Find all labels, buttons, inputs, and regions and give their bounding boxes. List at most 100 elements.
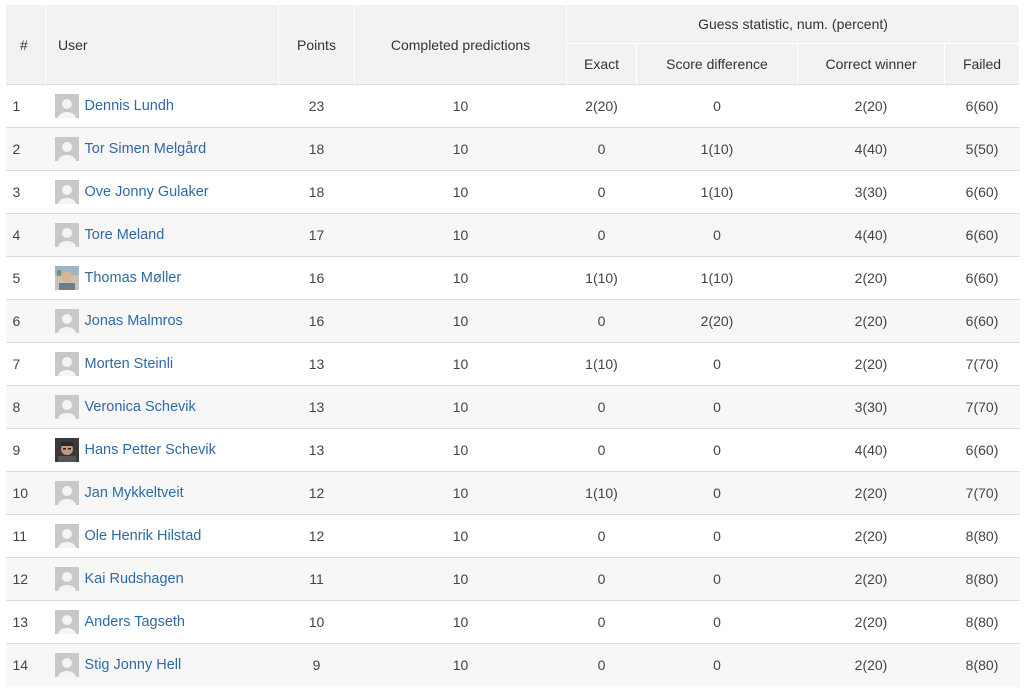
user-name-link[interactable]: Ole Henrik Hilstad [85, 528, 202, 544]
user-cell: Stig Jonny Hell [45, 643, 279, 687]
user-avatar-icon[interactable] [54, 481, 79, 505]
correct-winner-cell: 2(20) [797, 643, 945, 687]
user-name-link[interactable]: Dennis Lundh [85, 98, 175, 114]
score-difference-cell: 0 [636, 600, 798, 644]
exact-cell: 2(20) [566, 84, 637, 128]
table-header: # User Points Completed predictions Gues… [5, 5, 1021, 85]
correct-winner-cell: 4(40) [797, 428, 945, 472]
points-cell: 17 [278, 213, 355, 257]
user-cell: Hans Petter Schevik [45, 428, 279, 472]
exact-cell: 1(10) [566, 342, 637, 386]
user-name-link[interactable]: Ove Jonny Gulaker [85, 184, 209, 200]
rank-cell: 10 [5, 471, 46, 515]
failed-cell: 8(80) [944, 600, 1020, 644]
correct-winner-cell: 2(20) [797, 256, 945, 300]
exact-cell: 0 [566, 213, 637, 257]
user-name-link[interactable]: Tore Meland [85, 227, 165, 243]
table-row: 11 Ole Henrik Hilstad 12 10 0 0 2(20) 8(80) [5, 514, 1020, 558]
correct-winner-cell: 3(30) [797, 170, 945, 214]
user-name-link[interactable]: Thomas Møller [85, 270, 182, 286]
rank-cell: 12 [5, 557, 46, 601]
score-difference-cell: 0 [636, 428, 798, 472]
user-cell: Morten Steinli [45, 342, 279, 386]
failed-cell: 8(80) [944, 514, 1020, 558]
points-cell: 13 [278, 342, 355, 386]
correct-winner-header: Correct winner [797, 43, 945, 85]
failed-cell: 7(70) [944, 385, 1020, 429]
table-row: 5 Thomas Møller 16 10 1(10) 1(10) 2(20) 6(60) [5, 256, 1020, 300]
exact-cell: 1(10) [566, 471, 637, 515]
exact-cell: 0 [566, 170, 637, 214]
score-difference-cell: 0 [636, 213, 798, 257]
score-difference-cell: 0 [636, 557, 798, 601]
user-name-link[interactable]: Veronica Schevik [85, 399, 196, 415]
exact-cell: 1(10) [566, 256, 637, 300]
user-avatar-icon[interactable] [54, 266, 79, 290]
completed-cell: 10 [354, 342, 567, 386]
user-avatar-icon[interactable] [54, 137, 79, 161]
user-avatar-icon[interactable] [54, 567, 79, 591]
failed-cell: 6(60) [944, 428, 1020, 472]
points-cell: 23 [278, 84, 355, 128]
user-avatar-icon[interactable] [54, 438, 79, 462]
user-avatar-icon[interactable] [54, 180, 79, 204]
user-name-link[interactable]: Stig Jonny Hell [85, 657, 182, 673]
completed-predictions-header: Completed predictions [354, 5, 567, 85]
user-avatar-icon[interactable] [54, 309, 79, 333]
user-avatar-icon[interactable] [54, 610, 79, 634]
user-avatar-icon[interactable] [54, 395, 79, 419]
guess-statistic-header: Guess statistic, num. (percent) [565, 5, 1021, 44]
table-row: 8 Veronica Schevik 13 10 0 0 3(30) 7(70) [5, 385, 1020, 429]
points-cell: 18 [278, 127, 355, 171]
user-cell: Jan Mykkeltveit [45, 471, 279, 515]
failed-cell: 8(80) [944, 557, 1020, 601]
user-name-link[interactable]: Hans Petter Schevik [85, 442, 216, 458]
exact-cell: 0 [566, 557, 637, 601]
user-avatar-icon[interactable] [54, 223, 79, 247]
exact-cell: 0 [566, 385, 637, 429]
user-name-link[interactable]: Jan Mykkeltveit [85, 485, 184, 501]
user-name-link[interactable]: Kai Rudshagen [85, 571, 184, 587]
score-difference-cell: 0 [636, 385, 798, 429]
points-cell: 13 [278, 385, 355, 429]
completed-cell: 10 [354, 471, 567, 515]
score-difference-cell: 1(10) [636, 256, 798, 300]
rank-cell: 5 [5, 256, 46, 300]
correct-winner-cell: 4(40) [797, 213, 945, 257]
table-row: 7 Morten Steinli 13 10 1(10) 0 2(20) 7(70) [5, 342, 1020, 386]
correct-winner-cell: 3(30) [797, 385, 945, 429]
user-name-link[interactable]: Jonas Malmros [85, 313, 183, 329]
completed-cell: 10 [354, 428, 567, 472]
user-cell: Anders Tagseth [45, 600, 279, 644]
rank-header: # [5, 5, 46, 85]
completed-cell: 10 [354, 299, 567, 343]
table-row: 10 Jan Mykkeltveit 12 10 1(10) 0 2(20) 7(70) [5, 471, 1020, 515]
user-name-link[interactable]: Morten Steinli [85, 356, 174, 372]
user-cell: Tore Meland [45, 213, 279, 257]
correct-winner-cell: 2(20) [797, 514, 945, 558]
table-body: 1 Dennis Lundh 23 10 2(20) 0 2(20) 6(60) 2 Tor Si… [5, 84, 1020, 687]
rank-cell: 4 [5, 213, 46, 257]
score-difference-cell: 0 [636, 84, 798, 128]
points-cell: 16 [278, 299, 355, 343]
completed-cell: 10 [354, 213, 567, 257]
user-avatar-icon[interactable] [54, 94, 79, 118]
user-avatar-icon[interactable] [54, 653, 79, 678]
user-avatar-icon[interactable] [54, 352, 79, 376]
failed-cell: 7(70) [944, 342, 1020, 386]
user-name-link[interactable]: Tor Simen Melgård [85, 141, 207, 157]
user-cell: Kai Rudshagen [45, 557, 279, 601]
failed-cell: 6(60) [944, 299, 1020, 343]
rank-cell: 13 [5, 600, 46, 644]
table-row: 6 Jonas Malmros 16 10 0 2(20) 2(20) 6(60) [5, 299, 1020, 343]
completed-cell: 10 [354, 170, 567, 214]
exact-cell: 0 [566, 643, 637, 687]
user-name-link[interactable]: Anders Tagseth [85, 614, 186, 630]
rank-cell: 9 [5, 428, 46, 472]
rank-cell: 2 [5, 127, 46, 171]
completed-cell: 10 [354, 256, 567, 300]
failed-cell: 5(50) [944, 127, 1020, 171]
points-cell: 13 [278, 428, 355, 472]
user-cell: Dennis Lundh [45, 84, 279, 128]
user-avatar-icon[interactable] [54, 524, 79, 548]
